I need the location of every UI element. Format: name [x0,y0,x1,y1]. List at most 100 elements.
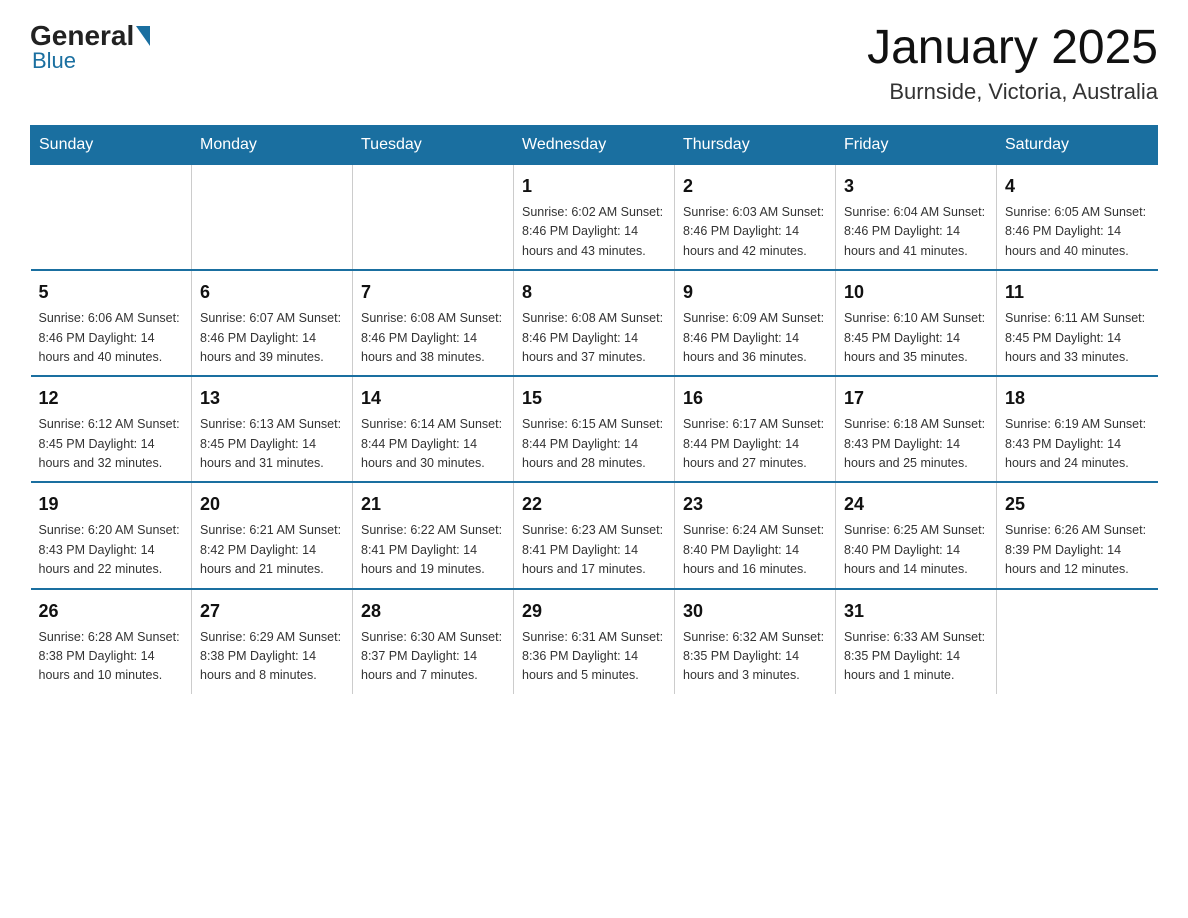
calendar-cell: 6 Sunrise: 6:07 AM Sunset: 8:46 PM Daylig… [192,270,353,376]
day-info: Sunrise: 6:18 AM Sunset: 8:43 PM Dayligh… [844,415,988,473]
calendar-cell: 14 Sunrise: 6:14 AM Sunset: 8:44 PM Dayli… [353,376,514,482]
day-info: Sunrise: 6:08 AM Sunset: 8:46 PM Dayligh… [361,309,505,367]
day-number: 12 [39,385,184,412]
calendar-cell: 10 Sunrise: 6:10 AM Sunset: 8:45 PM Dayli… [836,270,997,376]
page-header: General Blue January 2025 Burnside, Vict… [30,20,1158,105]
day-info: Sunrise: 6:26 AM Sunset: 8:39 PM Dayligh… [1005,521,1150,579]
day-info: Sunrise: 6:28 AM Sunset: 8:38 PM Dayligh… [39,628,184,686]
calendar-cell: 28 Sunrise: 6:30 AM Sunset: 8:37 PM Dayli… [353,589,514,694]
calendar-cell [192,165,353,271]
calendar-cell: 17 Sunrise: 6:18 AM Sunset: 8:43 PM Dayli… [836,376,997,482]
day-number: 11 [1005,279,1150,306]
calendar-week-row: 1 Sunrise: 6:02 AM Sunset: 8:46 PM Daylig… [31,165,1158,271]
calendar-cell: 31 Sunrise: 6:33 AM Sunset: 8:35 PM Dayli… [836,589,997,694]
calendar-cell: 2 Sunrise: 6:03 AM Sunset: 8:46 PM Daylig… [675,165,836,271]
calendar-cell: 30 Sunrise: 6:32 AM Sunset: 8:35 PM Dayli… [675,589,836,694]
day-number: 18 [1005,385,1150,412]
day-info: Sunrise: 6:03 AM Sunset: 8:46 PM Dayligh… [683,203,827,261]
col-sunday: Sunday [31,126,192,165]
calendar-cell: 3Sunrise: 6:04 AM Sunset: 8:46 PM Daylig… [836,165,997,271]
calendar-cell: 29Sunrise: 6:31 AM Sunset: 8:36 PM Dayli… [514,589,675,694]
calendar-cell [353,165,514,271]
day-info: Sunrise: 6:02 AM Sunset: 8:46 PM Dayligh… [522,203,666,261]
calendar-cell: 27 Sunrise: 6:29 AM Sunset: 8:38 PM Dayli… [192,589,353,694]
logo-triangle-icon [136,26,150,46]
day-number: 2 [683,173,827,200]
day-number: 3 [844,173,988,200]
day-info: Sunrise: 6:08 AM Sunset: 8:46 PM Dayligh… [522,309,666,367]
col-wednesday: Wednesday [514,126,675,165]
day-info: Sunrise: 6:30 AM Sunset: 8:37 PM Dayligh… [361,628,505,686]
calendar-week-row: 26 Sunrise: 6:28 AM Sunset: 8:38 PM Dayli… [31,589,1158,694]
calendar-cell: 20 Sunrise: 6:21 AM Sunset: 8:42 PM Dayli… [192,482,353,588]
location-text: Burnside, Victoria, Australia [867,79,1158,105]
day-number: 20 [200,491,344,518]
calendar-cell: 16Sunrise: 6:17 AM Sunset: 8:44 PM Dayli… [675,376,836,482]
calendar-cell: 19Sunrise: 6:20 AM Sunset: 8:43 PM Dayli… [31,482,192,588]
day-info: Sunrise: 6:09 AM Sunset: 8:46 PM Dayligh… [683,309,827,367]
calendar-cell: 21 Sunrise: 6:22 AM Sunset: 8:41 PM Dayli… [353,482,514,588]
calendar-cell: 15 Sunrise: 6:15 AM Sunset: 8:44 PM Dayli… [514,376,675,482]
day-number: 28 [361,598,505,625]
day-info: Sunrise: 6:22 AM Sunset: 8:41 PM Dayligh… [361,521,505,579]
day-number: 6 [200,279,344,306]
day-info: Sunrise: 6:32 AM Sunset: 8:35 PM Dayligh… [683,628,827,686]
day-info: Sunrise: 6:23 AM Sunset: 8:41 PM Dayligh… [522,521,666,579]
day-number: 27 [200,598,344,625]
day-number: 15 [522,385,666,412]
day-number: 8 [522,279,666,306]
calendar-cell: 9 Sunrise: 6:09 AM Sunset: 8:46 PM Daylig… [675,270,836,376]
day-number: 22 [522,491,666,518]
calendar-cell: 5 Sunrise: 6:06 AM Sunset: 8:46 PM Daylig… [31,270,192,376]
day-number: 13 [200,385,344,412]
calendar-cell: 24 Sunrise: 6:25 AM Sunset: 8:40 PM Dayli… [836,482,997,588]
calendar-cell: 26 Sunrise: 6:28 AM Sunset: 8:38 PM Dayli… [31,589,192,694]
day-info: Sunrise: 6:21 AM Sunset: 8:42 PM Dayligh… [200,521,344,579]
calendar-cell: 18 Sunrise: 6:19 AM Sunset: 8:43 PM Dayli… [997,376,1158,482]
col-friday: Friday [836,126,997,165]
col-thursday: Thursday [675,126,836,165]
day-number: 30 [683,598,827,625]
day-number: 23 [683,491,827,518]
day-info: Sunrise: 6:29 AM Sunset: 8:38 PM Dayligh… [200,628,344,686]
day-number: 21 [361,491,505,518]
day-number: 10 [844,279,988,306]
day-number: 17 [844,385,988,412]
day-info: Sunrise: 6:07 AM Sunset: 8:46 PM Dayligh… [200,309,344,367]
calendar-cell: 4Sunrise: 6:05 AM Sunset: 8:46 PM Daylig… [997,165,1158,271]
calendar-cell: 25Sunrise: 6:26 AM Sunset: 8:39 PM Dayli… [997,482,1158,588]
day-info: Sunrise: 6:20 AM Sunset: 8:43 PM Dayligh… [39,521,184,579]
calendar-week-row: 19Sunrise: 6:20 AM Sunset: 8:43 PM Dayli… [31,482,1158,588]
day-info: Sunrise: 6:10 AM Sunset: 8:45 PM Dayligh… [844,309,988,367]
calendar-cell: 1 Sunrise: 6:02 AM Sunset: 8:46 PM Daylig… [514,165,675,271]
calendar-header-row: Sunday Monday Tuesday Wednesday Thursday… [31,126,1158,165]
calendar-cell: 13 Sunrise: 6:13 AM Sunset: 8:45 PM Dayli… [192,376,353,482]
calendar-cell: 8 Sunrise: 6:08 AM Sunset: 8:46 PM Daylig… [514,270,675,376]
day-info: Sunrise: 6:13 AM Sunset: 8:45 PM Dayligh… [200,415,344,473]
day-number: 31 [844,598,988,625]
calendar-cell: 22 Sunrise: 6:23 AM Sunset: 8:41 PM Dayli… [514,482,675,588]
day-info: Sunrise: 6:05 AM Sunset: 8:46 PM Dayligh… [1005,203,1150,261]
col-monday: Monday [192,126,353,165]
calendar-cell: 7 Sunrise: 6:08 AM Sunset: 8:46 PM Daylig… [353,270,514,376]
day-number: 24 [844,491,988,518]
day-number: 9 [683,279,827,306]
day-number: 7 [361,279,505,306]
day-info: Sunrise: 6:33 AM Sunset: 8:35 PM Dayligh… [844,628,988,686]
day-info: Sunrise: 6:25 AM Sunset: 8:40 PM Dayligh… [844,521,988,579]
day-info: Sunrise: 6:17 AM Sunset: 8:44 PM Dayligh… [683,415,827,473]
calendar-cell [997,589,1158,694]
day-number: 1 [522,173,666,200]
day-number: 5 [39,279,184,306]
day-info: Sunrise: 6:19 AM Sunset: 8:43 PM Dayligh… [1005,415,1150,473]
day-number: 14 [361,385,505,412]
col-tuesday: Tuesday [353,126,514,165]
day-info: Sunrise: 6:06 AM Sunset: 8:46 PM Dayligh… [39,309,184,367]
calendar-cell: 11 Sunrise: 6:11 AM Sunset: 8:45 PM Dayli… [997,270,1158,376]
calendar-cell: 12Sunrise: 6:12 AM Sunset: 8:45 PM Dayli… [31,376,192,482]
day-info: Sunrise: 6:14 AM Sunset: 8:44 PM Dayligh… [361,415,505,473]
calendar-cell: 23Sunrise: 6:24 AM Sunset: 8:40 PM Dayli… [675,482,836,588]
day-number: 26 [39,598,184,625]
day-info: Sunrise: 6:11 AM Sunset: 8:45 PM Dayligh… [1005,309,1150,367]
day-info: Sunrise: 6:15 AM Sunset: 8:44 PM Dayligh… [522,415,666,473]
